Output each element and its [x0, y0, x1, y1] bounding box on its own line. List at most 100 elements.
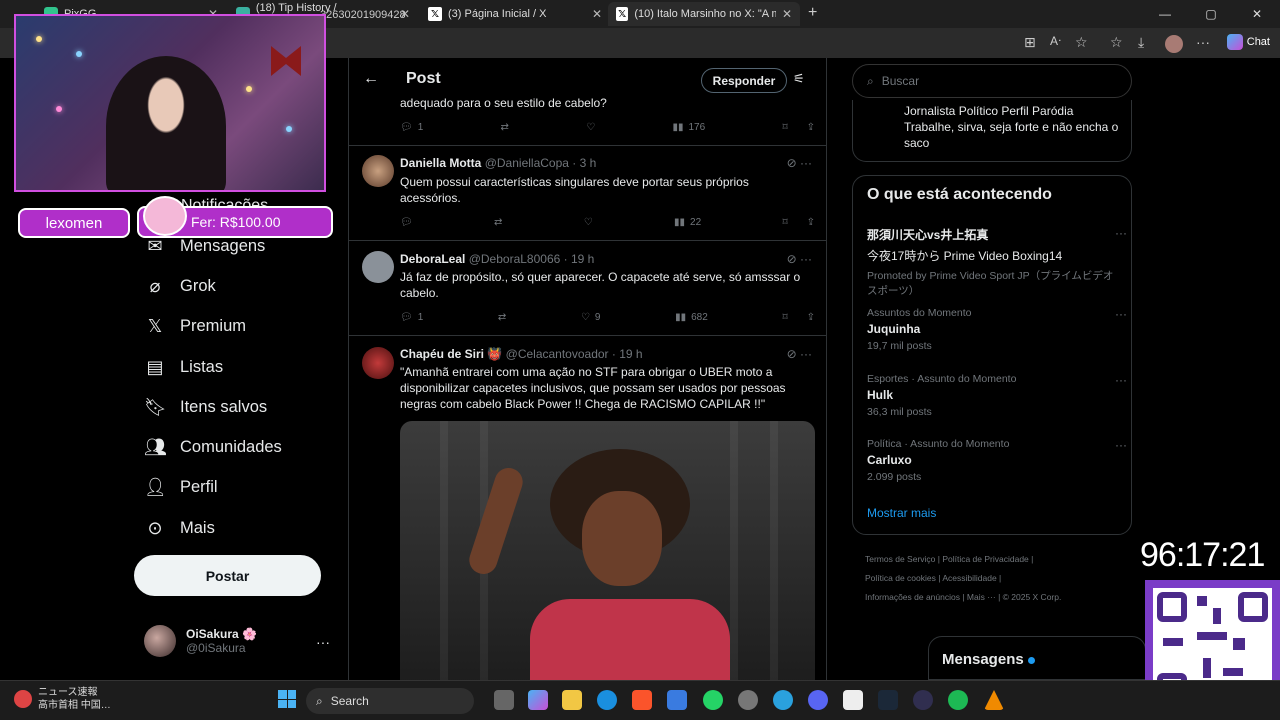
chrome-icon[interactable] — [738, 690, 758, 710]
profile-avatar[interactable] — [1165, 35, 1183, 53]
minimize-icon[interactable]: — — [1142, 0, 1188, 28]
reply-button[interactable]: Responder — [701, 68, 787, 93]
avatar[interactable] — [362, 347, 394, 379]
reply-action[interactable]: 💬︎ 1 — [400, 122, 423, 133]
views-action[interactable]: ▮▮ 176 — [672, 122, 705, 133]
trend-more-icon[interactable]: ··· — [1115, 438, 1127, 452]
store-icon[interactable] — [667, 690, 687, 710]
reply-author[interactable]: DeboraLeal @DeboraL80066 · 19 h — [400, 252, 594, 266]
person-icon: 👤︎ — [144, 477, 167, 497]
new-tab-icon[interactable]: + — [808, 4, 817, 22]
tab-x-post[interactable]: 𝕏 (10) Italo Marsinho no X: "A muié ✕ — [608, 2, 800, 26]
like-action[interactable]: ♡ 9 — [581, 312, 601, 323]
author-name: Daniella Motta — [400, 156, 482, 170]
favorites-icon[interactable]: ☆ — [1110, 34, 1123, 51]
avatar[interactable] — [362, 251, 394, 283]
maximize-icon[interactable]: ▢ — [1188, 0, 1234, 28]
taskbar-search[interactable]: ⌕ Search — [306, 688, 474, 714]
views-action[interactable]: ▮▮ 682 — [675, 312, 708, 323]
telegram-icon[interactable] — [773, 690, 793, 710]
news-subtitle: 高市首相 中国… — [38, 700, 111, 711]
footer-line[interactable]: Política de cookies | Acessibilidade | — [865, 569, 1125, 588]
post-button[interactable]: Postar — [134, 555, 321, 596]
task-view-icon[interactable] — [494, 690, 514, 710]
close-icon[interactable]: ✕ — [782, 7, 792, 21]
nav-item-messages[interactable]: ✉ Mensagens — [144, 236, 265, 257]
download-icon[interactable]: ⤓ — [1138, 34, 1144, 51]
trend-item[interactable]: Esportes · Assunto do Momento Hulk 36,3 … — [867, 373, 1127, 418]
repost-action[interactable]: ⇄ — [494, 217, 502, 228]
avatar[interactable] — [362, 155, 394, 187]
favorite-star-icon[interactable]: ☆ — [1075, 34, 1088, 51]
nav-item-lists[interactable]: ▤ Listas — [144, 357, 223, 378]
spotify-icon[interactable] — [948, 690, 968, 710]
footer-line[interactable]: Informações de anúncios | Mais ··· | © 2… — [865, 588, 1125, 607]
copilot-icon[interactable] — [528, 690, 548, 710]
views-icon: ▮▮ — [675, 312, 687, 323]
news-widget[interactable]: ニュース速報高市首相 中国… — [14, 686, 111, 712]
read-aloud-icon[interactable]: Aᐧ — [1050, 34, 1061, 48]
bookmark-icon[interactable]: ⌑ — [782, 312, 787, 323]
nav-item-premium[interactable]: 𝕏 Premium — [144, 316, 246, 337]
like-action[interactable]: ♡ — [584, 217, 593, 228]
file-explorer-icon[interactable] — [562, 690, 582, 710]
nav-item-profile[interactable]: 👤︎ Perfil — [144, 477, 218, 498]
reply-more-icon[interactable]: ⊘ ··· — [787, 347, 812, 361]
messages-dock-label: Mensagens — [942, 651, 1024, 668]
nav-item-bookmarks[interactable]: 🔖︎ Itens salvos — [144, 397, 267, 418]
profile-bio: Jornalista Político Perfil Paródia Traba… — [904, 104, 1119, 150]
search-input[interactable]: ⌕ Buscar — [852, 64, 1132, 98]
tab-x-home[interactable]: 𝕏 (3) Página Inicial / X ✕ — [420, 2, 610, 26]
nav-label: Grok — [180, 277, 216, 295]
share-icon[interactable]: ⇪ — [807, 217, 815, 228]
nav-item-communities[interactable]: 👥︎ Comunidades — [144, 437, 282, 458]
filter-icon[interactable]: ⚟ — [793, 71, 805, 87]
views-action[interactable]: ▮▮ 22 — [674, 217, 701, 228]
account-switcher[interactable]: OiSakura 🌸 @0iSakura — [144, 625, 257, 657]
share-icon[interactable]: ⇪ — [807, 122, 815, 133]
trend-more-icon[interactable]: ··· — [1115, 373, 1127, 387]
close-window-icon[interactable]: ✕ — [1234, 0, 1280, 28]
back-arrow-icon[interactable]: ← — [363, 70, 379, 88]
share-icon[interactable]: ⇪ — [807, 312, 815, 323]
edge-icon[interactable] — [597, 690, 617, 710]
reply-action[interactable]: 💬︎ 1 — [400, 312, 423, 323]
notepad-icon[interactable] — [843, 690, 863, 710]
trend-item[interactable]: Política · Assunto do Momento Carluxo 2.… — [867, 438, 1127, 483]
more-menu-icon[interactable]: ··· — [1196, 34, 1210, 50]
news-title: ニュース速報 — [38, 687, 98, 698]
post-image[interactable] — [400, 421, 815, 680]
copilot-chat-button[interactable]: Chat — [1226, 34, 1270, 50]
repost-action[interactable]: ⇄ — [501, 122, 509, 133]
messages-dock[interactable]: Mensagens — [928, 636, 1146, 680]
brave-icon[interactable] — [632, 690, 652, 710]
bookmark-icon[interactable]: ⌑ — [782, 217, 787, 228]
apps-icon[interactable]: ⊞ — [1024, 34, 1036, 51]
nav-item-grok[interactable]: ⌀ Grok — [144, 276, 216, 297]
like-action[interactable]: ♡ — [586, 122, 595, 133]
reply-more-icon[interactable]: ⊘ ··· — [787, 252, 812, 266]
reply-author[interactable]: Daniella Motta @DaniellaCopa · 3 h — [400, 156, 596, 170]
trend-item[interactable]: 那須川天心vs井上拓真 今夜17時から Prime Video Boxing14… — [867, 226, 1127, 298]
whatsapp-icon[interactable] — [703, 690, 723, 710]
steam-icon[interactable] — [878, 690, 898, 710]
reply-more-icon[interactable]: ⊘ ··· — [787, 156, 812, 170]
reply-action[interactable]: 💬︎ — [400, 217, 413, 228]
windows-start-icon[interactable] — [278, 690, 296, 708]
url-text[interactable]: 32630201909428 — [320, 5, 406, 25]
nav-item-more[interactable]: ⊙ Mais — [144, 518, 214, 539]
close-icon[interactable]: ✕ — [592, 7, 602, 21]
obs-icon[interactable] — [913, 690, 933, 710]
tab-label: (3) Página Inicial / X — [448, 8, 547, 20]
footer-line[interactable]: Termos de Serviço | Política de Privacid… — [865, 550, 1125, 569]
discord-icon[interactable] — [808, 690, 828, 710]
repost-action[interactable]: ⇄ — [498, 312, 506, 323]
account-more-icon[interactable]: ··· — [316, 634, 330, 650]
bookmark-icon[interactable]: ⌑ — [782, 122, 787, 133]
reply-author[interactable]: Chapéu de Siri 👹 @Celacantovoador · 19 h — [400, 347, 643, 361]
trend-item[interactable]: Assuntos do Momento Juquinha 19,7 mil po… — [867, 307, 1127, 352]
trend-more-icon[interactable]: ··· — [1115, 226, 1127, 240]
show-more-link[interactable]: Mostrar mais — [867, 506, 936, 520]
trend-more-icon[interactable]: ··· — [1115, 307, 1127, 321]
trend-name: Juquinha — [867, 322, 921, 336]
